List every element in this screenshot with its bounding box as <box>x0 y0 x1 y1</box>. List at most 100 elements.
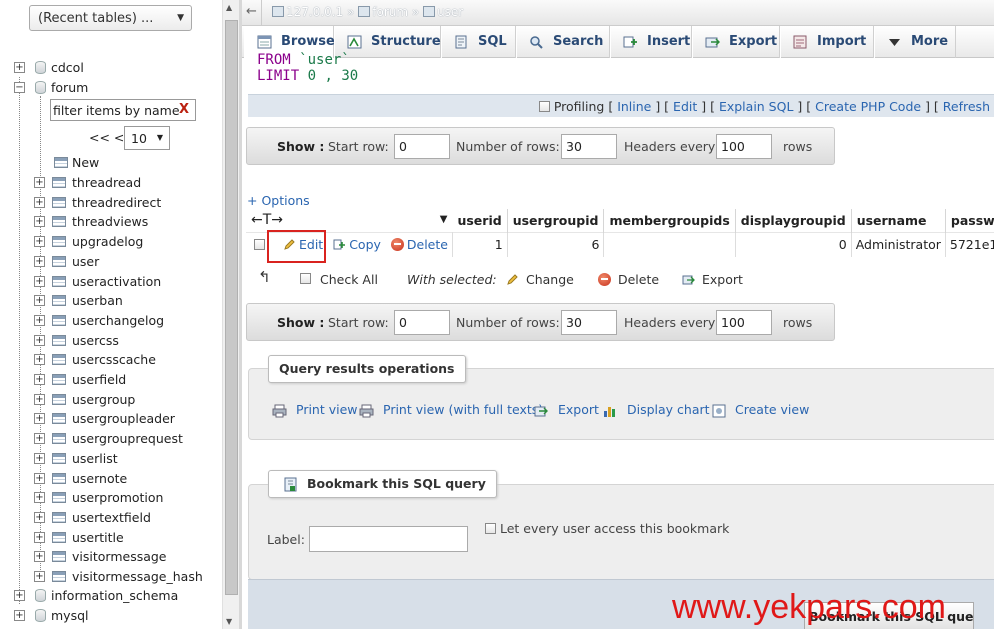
table-item-userfield[interactable]: + userfield <box>0 370 222 389</box>
link-edit-sql[interactable]: Edit <box>673 99 697 114</box>
pager-prev-links[interactable]: << < <box>89 130 124 145</box>
headers-every-input[interactable]: 100 <box>716 310 772 335</box>
expand-icon[interactable]: + <box>34 295 45 307</box>
link-explain-sql[interactable]: Explain SQL <box>719 99 793 114</box>
collapse-icon[interactable]: − <box>14 82 25 93</box>
table-item-userchangelog[interactable]: + userchangelog <box>0 311 222 330</box>
start-row-input[interactable]: 0 <box>394 310 450 335</box>
expand-icon[interactable]: + <box>34 334 45 346</box>
expand-icon[interactable]: + <box>34 571 45 582</box>
number-of-rows-input[interactable]: 30 <box>561 134 617 159</box>
copy-row-button[interactable]: Copy <box>333 237 381 252</box>
tab-more[interactable]: More <box>874 26 956 58</box>
db-item-information-schema[interactable]: + information_schema <box>0 586 222 605</box>
export-selected-button[interactable]: Export <box>682 272 743 287</box>
expand-icon[interactable]: + <box>34 196 45 208</box>
cell-password[interactable]: 5721e1a55358d0e8 <box>945 231 994 257</box>
navigation-scrollbar[interactable]: ▲ ▼ <box>222 0 239 629</box>
tab-import[interactable]: Import <box>780 26 874 58</box>
number-of-rows-input[interactable]: 30 <box>561 310 617 335</box>
expand-icon[interactable]: + <box>14 610 25 621</box>
expand-icon[interactable]: + <box>34 413 45 425</box>
link-create-php-code[interactable]: Create PHP Code <box>815 99 921 114</box>
check-all-label[interactable]: Check All <box>320 272 378 287</box>
tab-structure[interactable]: Structure <box>334 26 441 58</box>
recent-tables-select[interactable]: (Recent tables) ... ▼ <box>29 5 192 31</box>
db-item-cdcol[interactable]: + cdcol <box>0 58 222 77</box>
expand-icon[interactable]: + <box>34 551 45 563</box>
table-item-usergroup[interactable]: + usergroup <box>0 390 222 409</box>
tab-search[interactable]: Search <box>516 26 610 58</box>
scroll-down-icon[interactable]: ▼ <box>226 617 232 626</box>
profiling-checkbox[interactable] <box>538 101 550 112</box>
column-resize-control[interactable]: ←T→ <box>251 212 283 228</box>
link-refresh[interactable]: Refresh <box>943 99 990 114</box>
expand-icon[interactable]: + <box>34 275 45 287</box>
expand-icon[interactable]: + <box>34 531 45 543</box>
table-item-threadviews[interactable]: + threadviews <box>0 212 222 231</box>
table-item-userlist[interactable]: + userlist <box>0 449 222 468</box>
table-item-usercsscache[interactable]: + usercsscache <box>0 350 222 369</box>
scroll-up-icon[interactable]: ▲ <box>226 3 232 12</box>
cell-userid[interactable]: 1 <box>452 231 508 257</box>
pager-select[interactable]: 10 ▼ <box>124 126 170 150</box>
scroll-thumb[interactable] <box>225 20 238 595</box>
table-item-usergroupleader[interactable]: + usergroupleader <box>0 409 222 428</box>
db-item-mysql[interactable]: + mysql <box>0 606 222 625</box>
table-item-upgradelog[interactable]: + upgradelog <box>0 232 222 251</box>
clear-filter-icon[interactable]: X <box>179 102 189 117</box>
expand-icon[interactable]: + <box>34 511 45 523</box>
table-item-usernote[interactable]: + usernote <box>0 469 222 488</box>
row-checkbox[interactable] <box>254 239 265 251</box>
bookmark-shared-checkbox[interactable] <box>485 523 496 534</box>
breadcrumb-database[interactable]: forum <box>372 5 408 19</box>
print-view-link[interactable]: Print view <box>296 402 358 417</box>
bookmark-shared-option[interactable]: Let every user access this bookmark <box>485 521 729 536</box>
headers-every-input[interactable]: 100 <box>716 134 772 159</box>
table-item-usertitle[interactable]: + usertitle <box>0 528 222 547</box>
expand-icon[interactable]: + <box>34 236 45 248</box>
column-header-membergroupids[interactable]: membergroupids <box>603 209 736 232</box>
column-header-password[interactable]: password <box>945 209 994 232</box>
export-results-link[interactable]: Export <box>558 402 599 417</box>
new-table-item[interactable]: New <box>0 153 222 172</box>
tab-export[interactable]: Export <box>692 26 780 58</box>
table-item-threadredirect[interactable]: + threadredirect <box>0 193 222 212</box>
expand-icon[interactable]: + <box>34 216 45 228</box>
start-row-input[interactable]: 0 <box>394 134 450 159</box>
expand-icon[interactable]: + <box>34 492 45 504</box>
expand-icon[interactable]: + <box>34 354 45 366</box>
column-header-username[interactable]: username <box>851 209 946 232</box>
cell-username[interactable]: Administrator <box>851 231 946 257</box>
back-arrow-icon[interactable]: ← <box>242 0 262 26</box>
link-inline[interactable]: Inline <box>617 99 651 114</box>
expand-icon[interactable]: + <box>34 374 45 385</box>
table-item-usertextfield[interactable]: + usertextfield <box>0 508 222 527</box>
create-view-link[interactable]: Create view <box>735 402 809 417</box>
delete-selected-button[interactable]: Delete <box>598 272 659 287</box>
breadcrumb-table[interactable]: user <box>437 5 463 19</box>
expand-icon[interactable]: + <box>34 452 45 464</box>
db-item-forum[interactable]: − forum <box>0 78 222 97</box>
column-header-userid[interactable]: userid <box>452 209 508 232</box>
expand-icon[interactable]: + <box>14 590 25 601</box>
options-link[interactable]: + Options <box>247 193 310 208</box>
expand-icon[interactable]: + <box>34 314 45 326</box>
delete-row-button[interactable]: Delete <box>390 237 448 252</box>
column-header-displaygroupid[interactable]: displaygroupid <box>735 209 852 232</box>
tab-insert[interactable]: Insert <box>610 26 692 58</box>
table-item-usergrouprequest[interactable]: + usergrouprequest <box>0 429 222 448</box>
sort-arrow-icon[interactable]: ▼ <box>440 214 448 225</box>
change-selected-button[interactable]: Change <box>506 272 574 287</box>
column-header-usergroupid[interactable]: usergroupid <box>507 209 605 232</box>
print-view-full-link[interactable]: Print view (with full texts) <box>383 402 543 417</box>
cell-usergroupid[interactable]: 6 <box>507 231 605 257</box>
cell-displaygroupid[interactable]: 0 <box>735 231 852 257</box>
display-chart-link[interactable]: Display chart <box>627 402 710 417</box>
table-item-usercss[interactable]: + usercss <box>0 331 222 350</box>
expand-icon[interactable]: + <box>14 62 25 73</box>
table-item-userban[interactable]: + userban <box>0 291 222 310</box>
expand-icon[interactable]: + <box>34 177 45 188</box>
expand-icon[interactable]: + <box>34 393 45 405</box>
filter-input[interactable]: filter items by name X <box>50 99 196 121</box>
